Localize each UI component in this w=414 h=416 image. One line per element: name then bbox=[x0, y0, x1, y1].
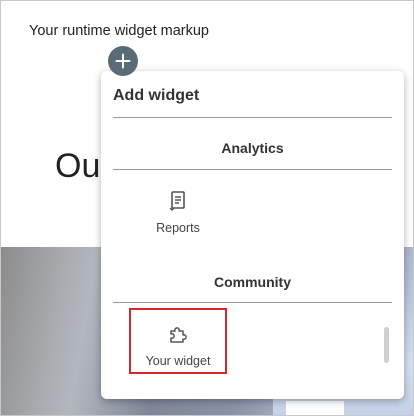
section-title-community: Community bbox=[214, 274, 291, 290]
section-divider-community bbox=[113, 302, 392, 303]
reports-icon bbox=[169, 191, 185, 212]
add-widget-button[interactable] bbox=[108, 46, 138, 76]
add-widget-popup: Add widget Analytics Reports Community Y… bbox=[101, 61, 404, 399]
popup-title: Add widget bbox=[113, 87, 200, 104]
section-title-analytics: Analytics bbox=[221, 140, 284, 156]
title-divider bbox=[113, 117, 392, 118]
hero-image-gap bbox=[286, 401, 344, 415]
plus-icon bbox=[115, 53, 131, 69]
hero-heading: Ou bbox=[55, 147, 101, 185]
page-frame: Your runtime widget markup Ou Add widget… bbox=[0, 0, 414, 416]
highlight-box bbox=[129, 308, 227, 374]
runtime-widget-label: Your runtime widget markup bbox=[29, 23, 209, 39]
widget-item-reports[interactable]: Reports bbox=[129, 185, 227, 247]
section-divider-analytics bbox=[113, 169, 392, 170]
widget-item-label: Reports bbox=[156, 221, 200, 235]
popup-scrollbar[interactable] bbox=[384, 327, 389, 363]
